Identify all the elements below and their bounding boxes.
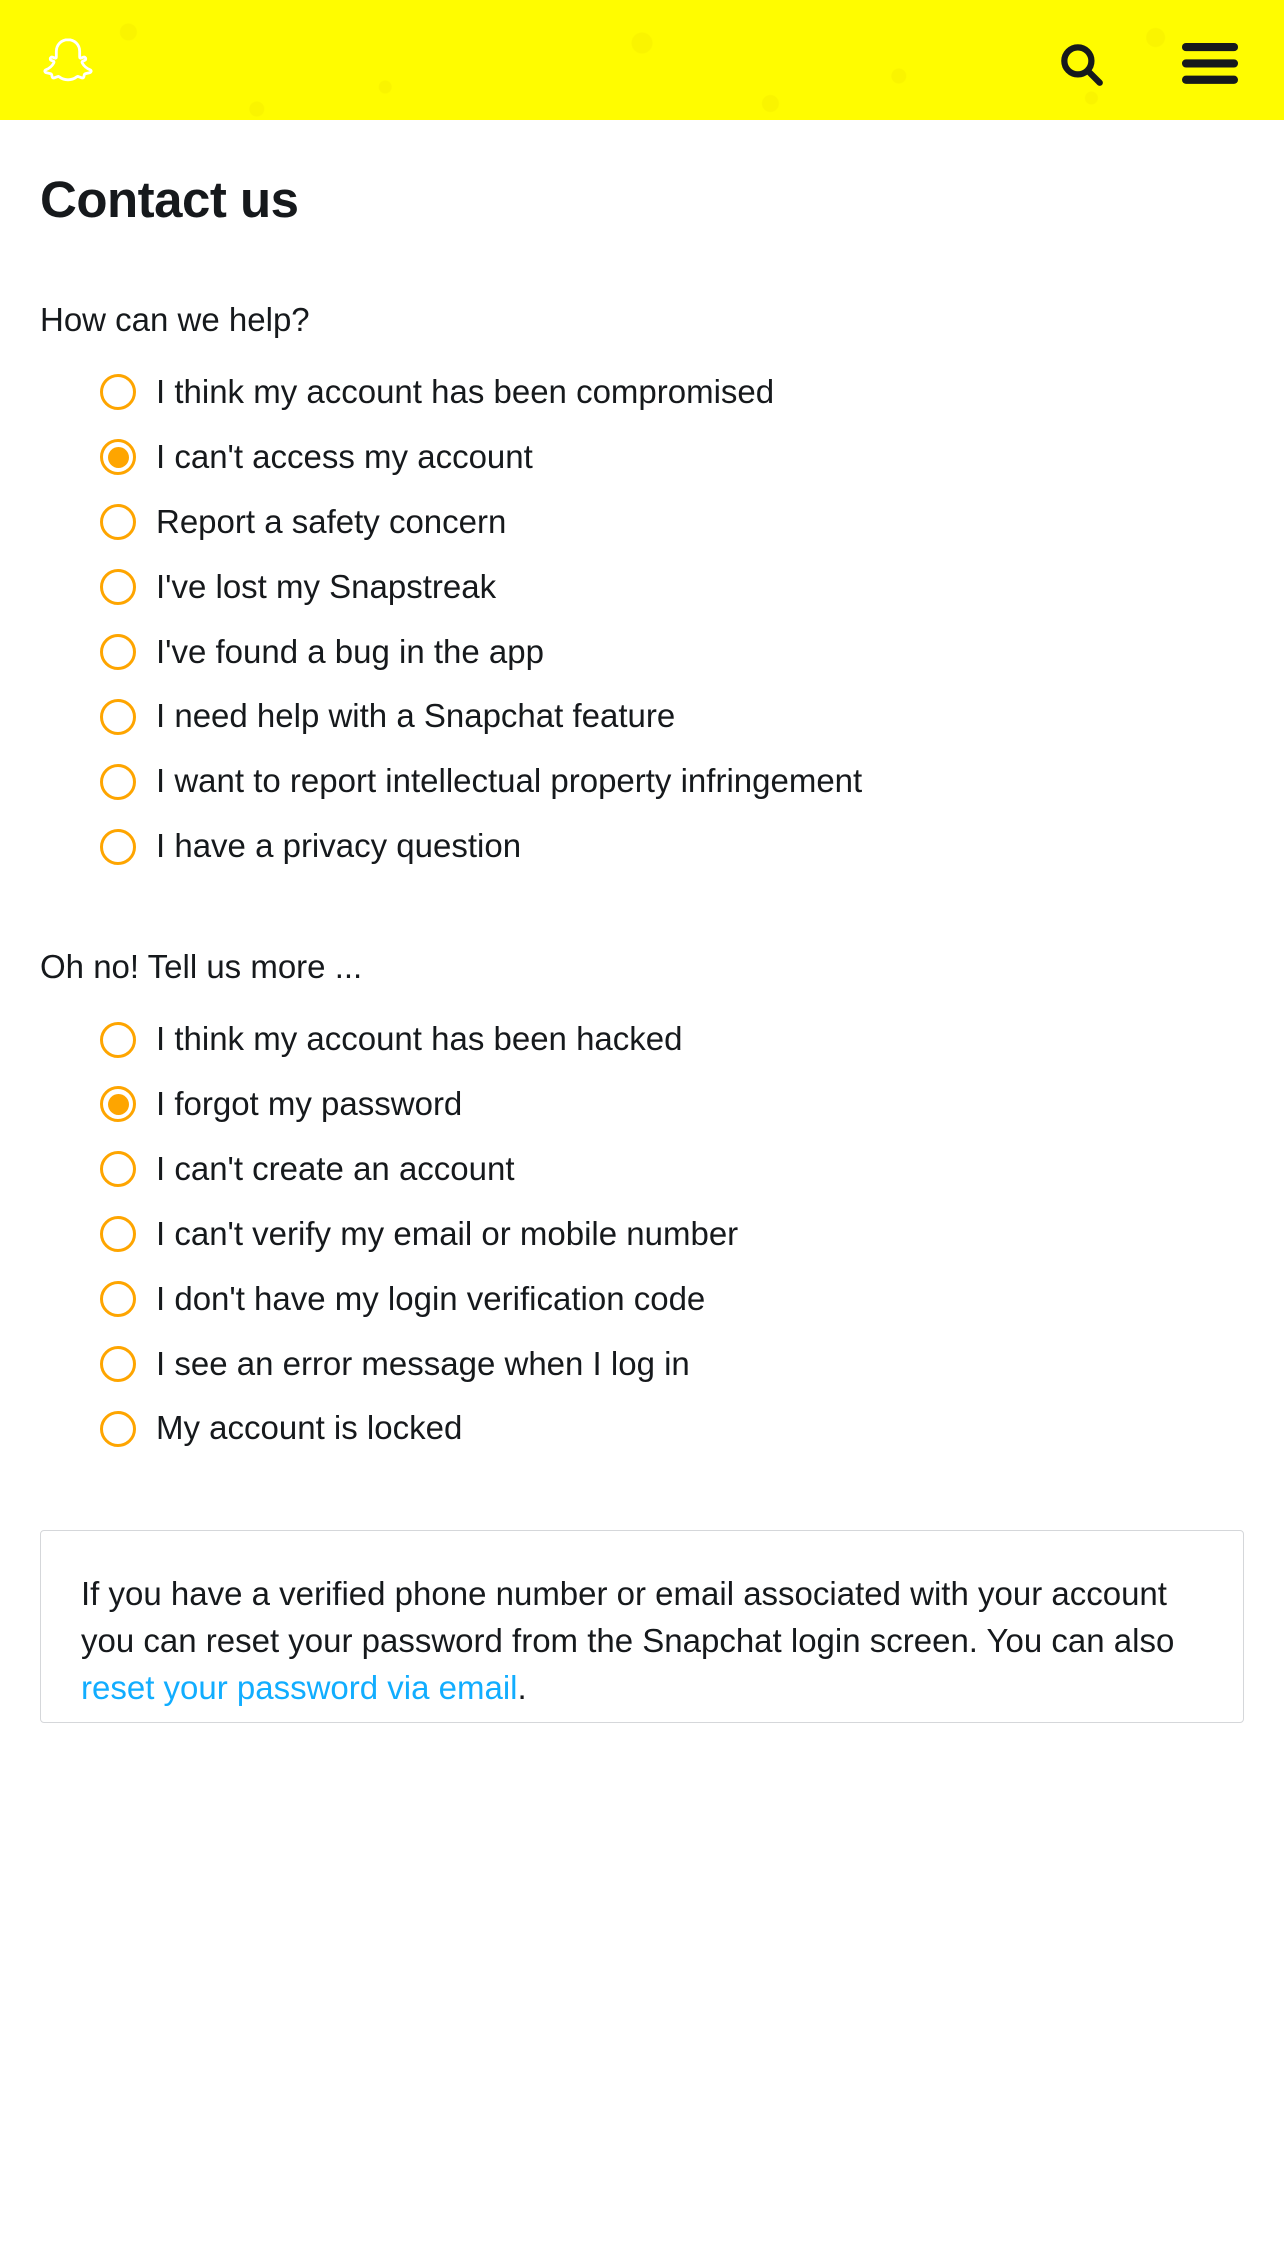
- radio-circle-icon: [100, 504, 136, 540]
- question2-option[interactable]: I don't have my login verification code: [100, 1278, 1244, 1321]
- search-icon: [1056, 39, 1106, 92]
- radio-circle-icon: [100, 374, 136, 410]
- main-content: Contact us How can we help? I think my a…: [0, 120, 1284, 1723]
- menu-icon: [1182, 42, 1238, 89]
- info-text-after: .: [518, 1669, 527, 1706]
- question1-option[interactable]: I need help with a Snapchat feature: [100, 695, 1244, 738]
- radio-circle-icon: [100, 1411, 136, 1447]
- question2-option[interactable]: I can't verify my email or mobile number: [100, 1213, 1244, 1256]
- radio-label: I've found a bug in the app: [156, 631, 544, 674]
- info-box: If you have a verified phone number or e…: [40, 1530, 1244, 1723]
- question2-label: Oh no! Tell us more ...: [40, 948, 1244, 986]
- logo-link[interactable]: [38, 35, 98, 96]
- page-title: Contact us: [40, 170, 1244, 229]
- question1-option[interactable]: I think my account has been compromised: [100, 371, 1244, 414]
- question2-option[interactable]: I see an error message when I log in: [100, 1343, 1244, 1386]
- radio-label: I forgot my password: [156, 1083, 462, 1126]
- radio-circle-icon: [100, 764, 136, 800]
- question1-option[interactable]: I've lost my Snapstreak: [100, 566, 1244, 609]
- header: [0, 10, 1284, 120]
- radio-circle-icon: [100, 439, 136, 475]
- question2-option[interactable]: My account is locked: [100, 1407, 1244, 1450]
- top-strip: [0, 0, 1284, 10]
- snapchat-ghost-icon: [38, 35, 98, 96]
- radio-label: I have a privacy question: [156, 825, 521, 868]
- radio-circle-icon: [100, 829, 136, 865]
- header-actions: [1048, 31, 1246, 100]
- radio-circle-icon: [100, 1216, 136, 1252]
- reset-password-link[interactable]: reset your password via email: [81, 1669, 518, 1706]
- radio-label: I don't have my login verification code: [156, 1278, 705, 1321]
- question2-option[interactable]: I can't create an account: [100, 1148, 1244, 1191]
- radio-label: Report a safety concern: [156, 501, 506, 544]
- question1-option[interactable]: I've found a bug in the app: [100, 631, 1244, 674]
- radio-label: I need help with a Snapchat feature: [156, 695, 675, 738]
- radio-circle-icon: [100, 1151, 136, 1187]
- menu-button[interactable]: [1174, 34, 1246, 97]
- radio-label: I want to report intellectual property i…: [156, 760, 862, 803]
- radio-label: My account is locked: [156, 1407, 462, 1450]
- question1-option[interactable]: Report a safety concern: [100, 501, 1244, 544]
- question1-option[interactable]: I can't access my account: [100, 436, 1244, 479]
- radio-circle-icon: [100, 1281, 136, 1317]
- radio-label: I can't create an account: [156, 1148, 515, 1191]
- radio-label: I see an error message when I log in: [156, 1343, 690, 1386]
- question1-group: I think my account has been compromised I…: [40, 371, 1244, 868]
- radio-circle-icon: [100, 569, 136, 605]
- search-button[interactable]: [1048, 31, 1114, 100]
- radio-label: I think my account has been hacked: [156, 1018, 683, 1061]
- radio-circle-icon: [100, 1022, 136, 1058]
- radio-circle-icon: [100, 1086, 136, 1122]
- question1-option[interactable]: I want to report intellectual property i…: [100, 760, 1244, 803]
- radio-label: I can't access my account: [156, 436, 533, 479]
- info-text: If you have a verified phone number or e…: [81, 1571, 1203, 1712]
- question1-label: How can we help?: [40, 301, 1244, 339]
- radio-circle-icon: [100, 634, 136, 670]
- radio-label: I can't verify my email or mobile number: [156, 1213, 738, 1256]
- question1-option[interactable]: I have a privacy question: [100, 825, 1244, 868]
- radio-label: I've lost my Snapstreak: [156, 566, 496, 609]
- question2-option[interactable]: I think my account has been hacked: [100, 1018, 1244, 1061]
- question2-group: I think my account has been hacked I forg…: [40, 1018, 1244, 1450]
- radio-circle-icon: [100, 1346, 136, 1382]
- radio-label: I think my account has been compromised: [156, 371, 774, 414]
- radio-circle-icon: [100, 699, 136, 735]
- question2-option[interactable]: I forgot my password: [100, 1083, 1244, 1126]
- info-text-before: If you have a verified phone number or e…: [81, 1575, 1174, 1659]
